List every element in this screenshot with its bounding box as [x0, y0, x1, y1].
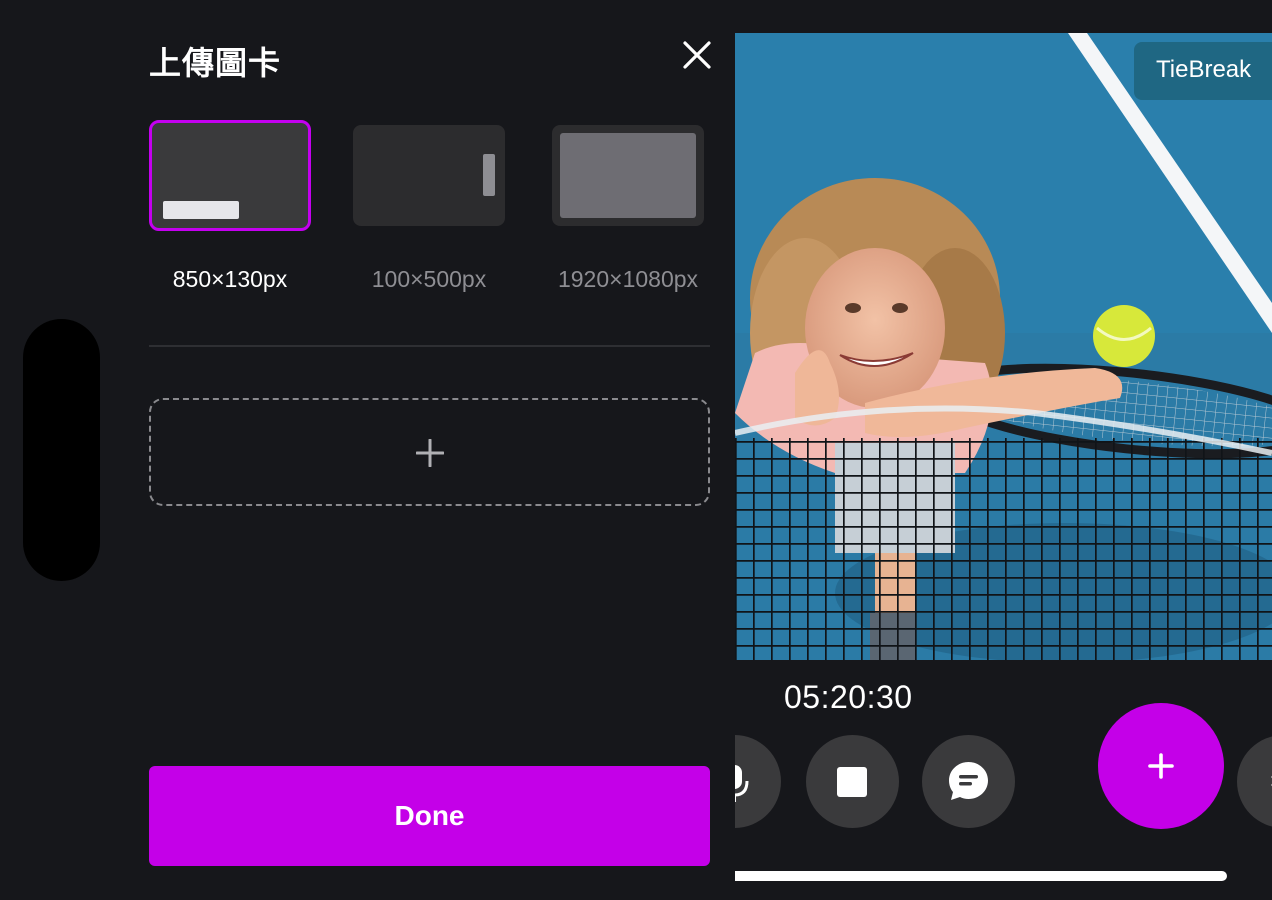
microphone-icon [735, 765, 749, 802]
mic-clip [735, 734, 785, 829]
template-size-label: 1920×1080px [557, 266, 699, 292]
close-icon [683, 41, 711, 69]
template-thumbnail [552, 125, 704, 226]
add-card-button[interactable] [149, 398, 710, 506]
home-indicator [735, 871, 1227, 881]
tiebreak-badge: TieBreak [1134, 42, 1272, 100]
close-button[interactable] [676, 34, 718, 76]
add-fab-button[interactable] [1098, 703, 1224, 829]
chat-button[interactable] [922, 735, 1015, 828]
mic-button[interactable] [735, 735, 781, 828]
camera-preview [735, 33, 1272, 660]
banner-shape [163, 201, 239, 219]
fullscreen-shape [560, 133, 696, 218]
plus-icon [1148, 753, 1174, 779]
vertical-bar-shape [483, 154, 495, 196]
template-size-label: 850×130px [172, 266, 288, 292]
stop-icon [837, 767, 867, 797]
done-button[interactable]: Done [149, 766, 710, 866]
badge-label: TieBreak [1156, 56, 1252, 83]
divider [149, 345, 710, 347]
recording-timer: 05:20:30 [784, 679, 913, 715]
template-thumbnail [149, 120, 311, 231]
side-handle[interactable] [23, 319, 100, 581]
chevron-icon [1271, 775, 1272, 787]
more-button[interactable] [1237, 735, 1272, 828]
stop-button[interactable] [806, 735, 899, 828]
panel-title: 上傳圖卡 [149, 45, 282, 81]
app-screen: 上傳圖卡 850×130px 100×500px 1920×1080px Don… [0, 0, 1272, 900]
template-size-label: 100×500px [371, 266, 487, 292]
template-thumbnail [353, 125, 505, 226]
preview-image [735, 33, 1272, 660]
chat-bubble-icon [949, 762, 988, 800]
plus-icon [416, 439, 444, 467]
